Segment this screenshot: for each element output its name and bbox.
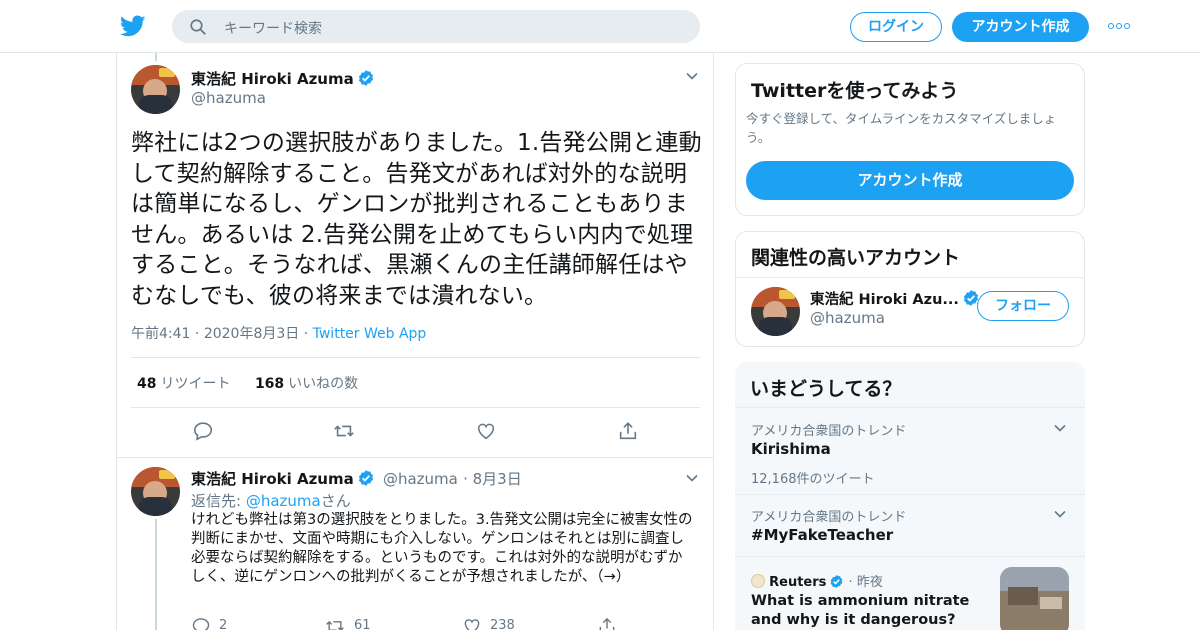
author-name-text: 東浩紀 Hiroki Azuma [191,70,354,88]
like-icon[interactable] [475,420,497,442]
reply-author-handle[interactable]: @hazuma [383,470,458,488]
signup-button[interactable]: アカウント作成 [952,12,1089,42]
trend-name: Kirishima [751,440,831,458]
retweet-icon[interactable] [325,616,345,630]
thread-line [155,519,157,630]
trend-context: アメリカ合衆国のトレンド [751,510,907,525]
replying-to: 返信先: @hazumaさん [191,492,351,510]
card-title: Twitterを使ってみよう [751,80,959,102]
search-icon [190,19,206,35]
reuters-logo-icon [751,574,765,588]
replying-handle-link[interactable]: @hazuma [246,492,321,510]
retweet-count: 61 [354,618,371,630]
thread-line [155,53,157,61]
like-stat[interactable]: 168 いいねの数 [255,376,358,392]
tweet-stats: 48 リツイート 168 いいねの数 [137,373,358,393]
like-count: 238 [490,618,515,630]
reply-author-row: 東浩紀 Hiroki Azuma @hazuma · 8月3日 [191,470,522,488]
login-button[interactable]: ログイン [850,12,942,42]
reply-count: 2 [219,618,228,630]
search-input[interactable]: キーワード検索 [172,10,700,43]
twitter-bird-icon[interactable] [120,13,146,39]
trend-count: 12,168件のツイート [751,472,875,487]
signup-card: Twitterを使ってみよう 今すぐ登録して、タイムラインをカスタマイズしましょ… [735,63,1085,216]
reply-date[interactable]: 8月3日 [473,470,522,488]
divider [736,277,1084,278]
tweet-text: 弊社には2つの選択肢がありました。1.告発公開と連動して契約解除すること。告発文… [131,130,702,309]
card-subtitle: 今すぐ登録して、タイムラインをカスタマイズしましょう。 [746,111,1057,145]
avatar[interactable] [131,467,180,516]
reply-icon[interactable] [192,420,214,442]
card-title: いまどうしてる？ [750,378,902,400]
more-dots-icon[interactable] [1108,23,1130,31]
chevron-down-icon[interactable] [1053,421,1067,435]
reply-author-name[interactable]: 東浩紀 Hiroki Azuma [191,470,354,488]
top-bar: キーワード検索 ログイン アカウント作成 [0,0,1200,53]
news-source: Reuters [769,575,827,590]
chevron-down-icon[interactable] [685,471,699,485]
avatar[interactable] [751,287,800,336]
author-handle[interactable]: @hazuma [191,89,266,107]
divider [131,357,700,358]
trends-card: いまどうしてる？ アメリカ合衆国のトレンド Kirishima 12,168件の… [735,362,1085,630]
related-account-name[interactable]: 東浩紀 Hiroki Azu... [810,292,959,308]
reply-icon[interactable] [191,616,211,630]
tweet-time[interactable]: 午前4:41 [131,326,190,342]
news-time: 昨夜 [856,575,883,590]
tweet-date[interactable]: 2020年8月3日 [204,326,299,342]
divider [117,457,713,458]
follow-button[interactable]: フォロー [977,291,1069,321]
tweet-column: 東浩紀 Hiroki Azuma @hazuma 弊社には2つの選択肢がありまし… [116,53,714,630]
chevron-down-icon[interactable] [685,69,699,83]
share-icon[interactable] [617,420,639,442]
chevron-down-icon[interactable] [1053,507,1067,521]
news-source-row: Reuters · 昨夜 [751,571,883,590]
retweet-stat[interactable]: 48 リツイート [137,376,230,392]
search-placeholder: キーワード検索 [224,21,322,37]
related-account-name-row: 東浩紀 Hiroki Azu... [810,288,980,309]
related-account-handle[interactable]: @hazuma [810,309,885,327]
tweet-meta: 午前4:41 · 2020年8月3日 · Twitter Web App [131,326,427,342]
news-thumbnail [1000,567,1069,630]
card-title: 関連性の高いアカウント [751,247,961,269]
news-headline: What is ammonium nitrate and why is it d… [751,593,970,628]
related-accounts-card: 関連性の高いアカウント 東浩紀 Hiroki Azu... @hazuma フォ… [735,231,1085,347]
verified-badge-icon [358,70,373,86]
like-icon[interactable] [462,616,482,630]
verified-badge-icon [831,574,843,589]
reply-tweet-text: けれども弊社は第3の選択肢をとりました。3.告発文公開は完全に被害女性の判断にま… [191,512,693,585]
divider [131,407,700,408]
trend-context: アメリカ合衆国のトレンド [751,424,907,439]
news-item[interactable]: Reuters · 昨夜 What is ammonium nitrate an… [735,556,1085,630]
verified-badge-icon [358,470,373,486]
trend-name: #MyFakeTeacher [751,526,894,544]
avatar[interactable] [131,65,180,114]
trend-item[interactable]: アメリカ合衆国のトレンド Kirishima 12,168件のツイート [735,407,1085,494]
retweet-icon[interactable] [333,420,355,442]
tweet-source-link[interactable]: Twitter Web App [313,326,427,342]
trend-item[interactable]: アメリカ合衆国のトレンド #MyFakeTeacher [735,494,1085,552]
share-icon[interactable] [597,616,617,630]
author-name[interactable]: 東浩紀 Hiroki Azuma [191,68,375,89]
signup-card-button[interactable]: アカウント作成 [746,161,1074,200]
